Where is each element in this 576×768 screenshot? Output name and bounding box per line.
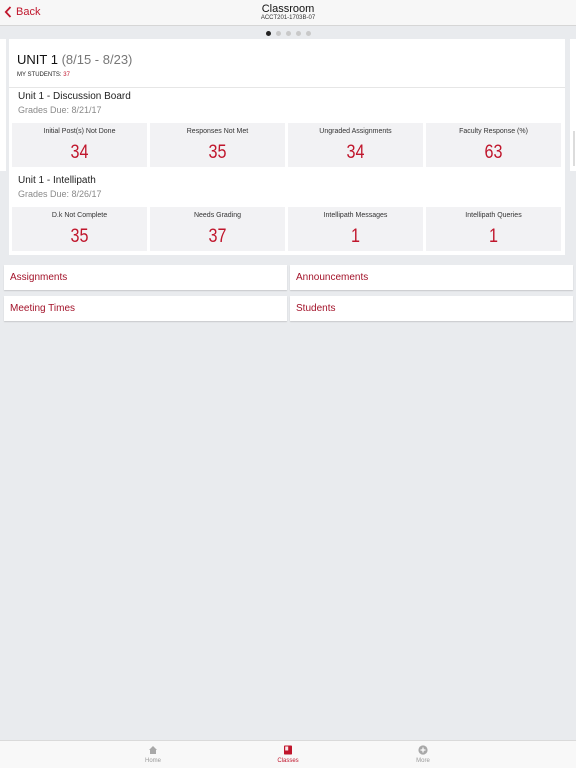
metric-tile[interactable]: Intellipath Queries 1 — [426, 207, 561, 251]
announcements-label: Announcements — [296, 272, 369, 283]
section-due: Grades Due: 8/26/17 — [18, 189, 102, 199]
metric-label: Intellipath Queries — [465, 212, 522, 219]
assignments-label: Assignments — [10, 272, 68, 283]
metric-value: 1 — [488, 226, 498, 247]
unit-dates: (8/15 - 8/23) — [61, 52, 133, 67]
tab-home-label: Home — [144, 758, 161, 764]
metric-label: Needs Grading — [193, 212, 242, 219]
page-indicator[interactable] — [0, 31, 576, 36]
book-icon — [284, 745, 292, 755]
section-title: Unit 1 - Discussion Board — [18, 91, 131, 102]
metric-tile[interactable]: Ungraded Assignments 34 — [288, 123, 423, 167]
students-link[interactable]: Students — [290, 296, 573, 321]
metric-tile[interactable]: Responses Not Met 35 — [150, 123, 285, 167]
students-label: Students — [296, 303, 336, 314]
metric-label: Faculty Response (%) — [459, 128, 528, 135]
tab-classes-label: Classes — [277, 758, 299, 764]
unit-name: UNIT 1 — [17, 52, 58, 67]
metric-tile[interactable]: Faculty Response (%) 63 — [426, 123, 561, 167]
metric-label: Intellipath Messages — [323, 212, 388, 219]
metric-tile[interactable]: Intellipath Messages 1 — [288, 207, 423, 251]
section-title: Unit 1 - Intellipath — [18, 175, 96, 186]
unit-header: UNIT 1 (8/15 - 8/23) MY STUDENTS: 37 — [9, 39, 565, 88]
page-dot[interactable] — [275, 31, 281, 36]
page-dot[interactable] — [265, 31, 271, 36]
section-due: Grades Due: 8/21/17 — [18, 105, 102, 115]
metrics-row: Initial Post(s) Not Done 34 Responses No… — [12, 123, 561, 167]
previous-card-peek — [0, 39, 6, 171]
metric-value: 34 — [346, 142, 365, 163]
metric-value: 35 — [70, 226, 89, 247]
plus-circle-icon — [418, 745, 428, 755]
unit-card[interactable]: UNIT 1 (8/15 - 8/23) MY STUDENTS: 37 Uni… — [9, 39, 565, 255]
assignments-link[interactable]: Assignments — [4, 265, 287, 290]
tab-classes[interactable]: Classes — [268, 745, 308, 764]
metric-tile[interactable]: Needs Grading 37 — [150, 207, 285, 251]
nav-bar: Back Classroom ACCT201-1703B-07 — [0, 0, 576, 26]
next-card-peek — [570, 39, 576, 171]
metric-label: Responses Not Met — [186, 128, 249, 135]
page-dot[interactable] — [295, 31, 301, 36]
tab-more-label: More — [416, 758, 430, 764]
page-dot[interactable] — [305, 31, 311, 36]
metrics-row: D.k Not Complete 35 Needs Grading 37 Int… — [12, 207, 561, 251]
tab-home[interactable]: Home — [133, 745, 173, 764]
metric-label: D.k Not Complete — [51, 212, 108, 219]
metric-value: 37 — [208, 226, 227, 247]
meeting-times-label: Meeting Times — [10, 303, 76, 314]
my-students-count: 37 — [63, 72, 70, 78]
metric-tile[interactable]: Initial Post(s) Not Done 34 — [12, 123, 147, 167]
home-icon — [149, 746, 157, 754]
metric-tile[interactable]: D.k Not Complete 35 — [12, 207, 147, 251]
course-code: ACCT201-1703B-07 — [260, 15, 316, 21]
metric-value: 63 — [484, 142, 503, 163]
metric-value: 34 — [70, 142, 89, 163]
metric-value: 35 — [208, 142, 227, 163]
meeting-times-link[interactable]: Meeting Times — [4, 296, 287, 321]
page-title: Classroom — [261, 3, 315, 15]
metric-label: Ungraded Assignments — [319, 128, 392, 135]
tab-bar: Home Classes More — [0, 740, 576, 768]
my-students: MY STUDENTS: 37 — [17, 72, 70, 78]
page-dot[interactable] — [285, 31, 291, 36]
metric-label: Initial Post(s) Not Done — [43, 128, 116, 135]
metric-value: 1 — [350, 226, 360, 247]
tab-more[interactable]: More — [403, 745, 443, 764]
unit-title: UNIT 1 (8/15 - 8/23) — [17, 52, 132, 67]
my-students-label: MY STUDENTS: — [17, 72, 62, 78]
announcements-link[interactable]: Announcements — [290, 265, 573, 290]
